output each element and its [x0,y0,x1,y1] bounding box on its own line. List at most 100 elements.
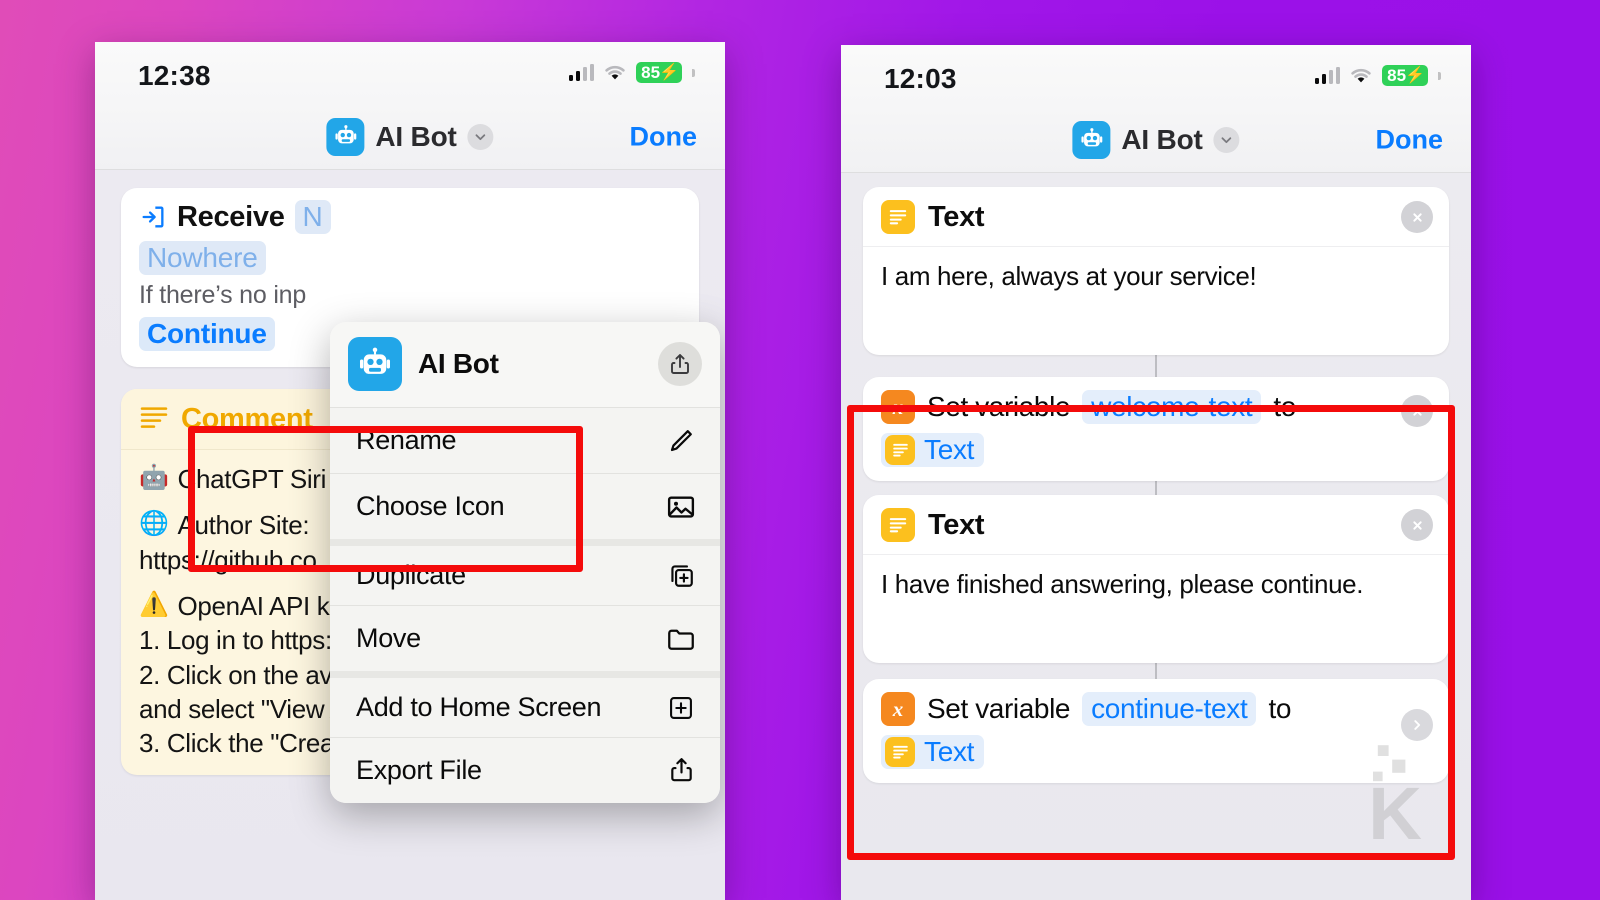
comment-title: Comment [181,403,313,435]
set-variable-source-label: Text [924,736,975,767]
ai-bot-icon [326,117,365,156]
right-phone-screenshot: 12:03 85 ⚡ AI Bot Done Text I am here, a… [841,45,1471,900]
action-title: Text [928,508,985,541]
action-card-text[interactable]: Text I am here, always at your service! [863,187,1449,355]
chevron-right-icon[interactable] [1401,709,1433,741]
context-menu-item-label: Add to Home Screen [356,692,602,722]
receive-continue-token[interactable]: Continue [139,317,275,351]
battery-percent: 85 [641,63,661,82]
set-variable-prefix: Set variable [927,391,1071,422]
status-bar: 12:03 85 ⚡ [841,45,1471,107]
left-phone-screenshot: 12:38 85 ⚡ AI Bot Done Receive N Nowhere… [95,42,725,900]
set-variable-row: x Set variable continue-text to [881,692,1431,726]
context-menu-item-label: Duplicate [356,560,466,590]
wifi-icon [603,64,627,81]
shortcut-context-menu[interactable]: AI Bot Rename Choose Icon Duplicate Move… [330,322,720,803]
close-icon[interactable] [1401,201,1433,233]
comment-line-text: ChatGPT Siri [177,464,327,494]
context-menu-item-label: Rename [356,425,457,455]
context-menu-item-add-to-home-screen[interactable]: Add to Home Screen [330,671,720,737]
context-menu-item-export-file[interactable]: Export File [330,737,720,803]
shortcut-title-group[interactable]: AI Bot [1072,120,1240,159]
set-variable-source-row: Text [881,433,1431,467]
set-variable-source-row: Text [881,735,1431,769]
receive-source-token[interactable]: Nowhere [139,241,266,275]
duplicate-icon [662,557,700,595]
context-menu-header: AI Bot [330,322,720,407]
set-variable-row: x Set variable welcome-text to [881,390,1431,424]
action-header: Text [863,495,1449,555]
action-header: Text [863,187,1449,247]
action-card-set-variable-welcome[interactable]: x Set variable welcome-text to Text [863,377,1449,481]
chevron-down-icon[interactable] [467,123,494,150]
shortcut-actions-list: Text I am here, always at your service! … [841,173,1471,900]
wifi-icon [1349,67,1373,84]
text-action-icon [885,737,915,767]
status-bar: 12:38 85 ⚡ [95,42,725,104]
receive-input-icon [139,203,167,231]
pencil-icon [662,422,700,460]
page-title: AI Bot [1121,123,1203,155]
battery-indicator: 85 ⚡ [636,62,682,83]
text-action-icon [885,435,915,465]
receive-title: Receive [177,200,285,233]
ai-bot-icon [348,337,402,391]
set-variable-name-token[interactable]: welcome-text [1082,390,1262,424]
action-connector [1155,663,1157,679]
action-text-value: I have finished answering, please contin… [881,569,1364,599]
battery-percent: 85 [1387,66,1407,85]
action-card-set-variable-continue[interactable]: x Set variable continue-text to Text [863,679,1449,783]
photo-icon [662,488,700,526]
status-bar-time: 12:38 [138,60,211,91]
set-variable-source-token[interactable]: Text [881,735,985,769]
action-connector [1155,481,1157,495]
charging-bolt-icon: ⚡ [1405,67,1425,84]
status-bar-indicators: 85 ⚡ [1314,65,1441,86]
chevron-down-icon[interactable] [1213,126,1240,153]
set-variable-source-token[interactable]: Text [881,433,985,467]
context-menu-item-label: Export File [356,755,482,785]
action-text-field[interactable]: I am here, always at your service! [863,247,1449,355]
ai-bot-icon [1072,120,1111,159]
variable-x-icon: x [881,390,915,424]
plus-square-icon [662,689,700,727]
done-button[interactable]: Done [1376,124,1444,155]
done-button[interactable]: Done [630,121,698,152]
action-connector [1155,355,1157,377]
status-bar-indicators: 85 ⚡ [568,62,695,83]
text-action-icon [881,508,915,542]
receive-input-token-clipped[interactable]: N [294,200,331,234]
close-icon[interactable] [1401,509,1433,541]
comment-line-text: https://github.co [139,544,317,575]
status-bar-time: 12:03 [884,63,957,94]
receive-description: If there’s no inp [139,281,307,309]
battery-nub [692,68,695,77]
battery-nub [1438,71,1441,80]
robot-emoji-icon: 🤖 [139,464,169,491]
receive-header-row: Receive N [139,200,681,234]
set-variable-name-token[interactable]: continue-text [1082,692,1257,726]
set-variable-prefix: Set variable [927,693,1071,724]
context-menu-item-rename[interactable]: Rename [330,407,720,473]
context-menu-item-duplicate[interactable]: Duplicate [330,539,720,605]
action-card-text-continue[interactable]: Text I have finished answering, please c… [863,495,1449,663]
set-variable-suffix: to [1268,693,1292,724]
context-menu-item-choose-icon[interactable]: Choose Icon [330,473,720,539]
text-action-icon [881,200,915,234]
charging-bolt-icon: ⚡ [659,64,679,81]
shortcut-editor-body: Receive N Nowhere If there’s no inp Cont… [95,170,725,900]
shortcut-title-group[interactable]: AI Bot [326,117,494,156]
globe-emoji-icon: 🌐 [139,510,169,538]
navigation-bar: AI Bot Done [95,104,725,170]
action-text-field[interactable]: I have finished answering, please contin… [863,555,1449,663]
battery-indicator: 85 ⚡ [1382,65,1428,86]
export-icon [662,752,700,790]
context-menu-item-move[interactable]: Move [330,605,720,671]
page-title: AI Bot [375,120,457,152]
comment-lines-icon [139,405,169,434]
close-icon[interactable] [1401,395,1433,427]
share-icon[interactable] [658,342,702,386]
folder-icon [662,620,700,658]
cellular-signal-icon [1314,67,1341,84]
context-menu-item-label: Choose Icon [356,491,505,521]
